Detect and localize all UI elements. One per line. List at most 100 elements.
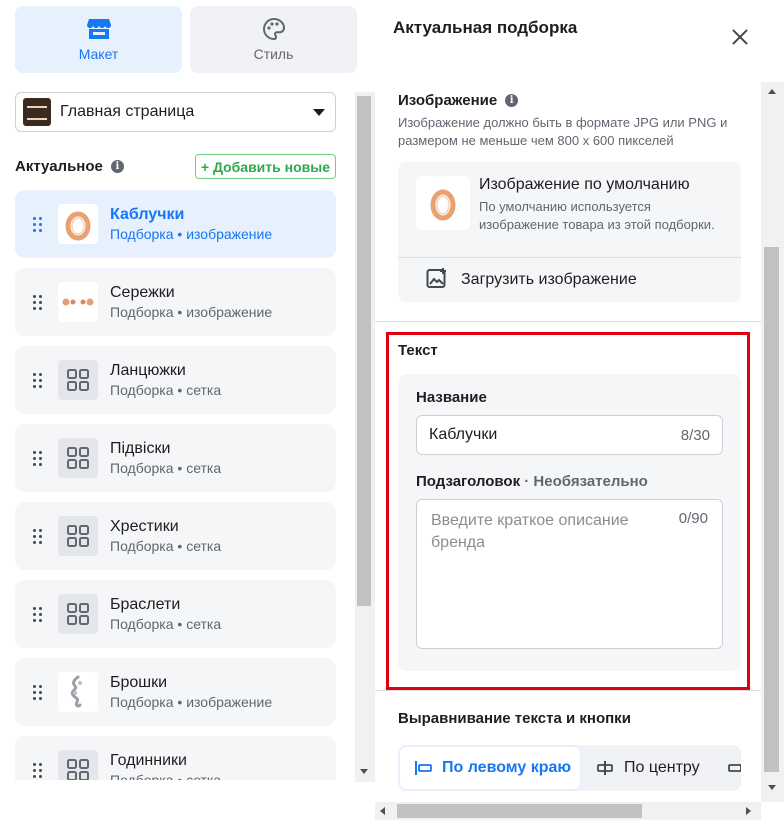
name-label: Название — [416, 389, 487, 406]
list-item[interactable]: Брошки Подборка • изображение — [15, 658, 336, 726]
page-avatar — [23, 98, 51, 126]
item-subtitle: Подборка • сетка — [110, 772, 222, 780]
featured-title: Актуальное — [15, 158, 103, 175]
drag-handle-icon[interactable] — [33, 216, 43, 232]
list-item[interactable]: Ланцюжки Подборка • сетка — [15, 346, 336, 414]
list-item[interactable]: Каблучки Подборка • изображение — [15, 190, 336, 258]
left-panel: Макет Стиль Главная страница Актуальное … — [0, 0, 375, 832]
scroll-down-arrow-icon[interactable] — [360, 769, 368, 774]
close-icon[interactable] — [731, 28, 749, 46]
name-value: Каблучки — [429, 426, 498, 443]
upload-label: Загрузить изображение — [461, 271, 637, 288]
item-subtitle: Подборка • сетка — [110, 538, 222, 554]
grid-icon — [58, 516, 98, 556]
drag-handle-icon[interactable] — [33, 294, 43, 310]
tab-style-label: Стиль — [253, 45, 294, 62]
item-name: Брошки — [110, 674, 168, 691]
subtitle-placeholder: Введите краткое описание бренда — [431, 512, 629, 551]
subtitle-label: Подзаголовок · Необязательно — [416, 473, 648, 490]
panel-hscrollbar-thumb[interactable] — [397, 804, 642, 818]
subtitle-counter: 0/90 — [678, 510, 708, 527]
left-scrollbar[interactable] — [355, 92, 375, 782]
featured-list: Каблучки Подборка • изображение Сережки … — [15, 190, 336, 780]
image-title-text: Изображение — [398, 92, 498, 109]
store-icon — [86, 18, 111, 40]
divider — [375, 690, 761, 691]
scroll-up-arrow-icon[interactable] — [768, 89, 776, 94]
align-left-icon — [414, 760, 432, 776]
panel-content: Изображение i Изображение должно быть в … — [375, 82, 761, 802]
drag-handle-icon[interactable] — [33, 762, 43, 778]
tab-layout[interactable]: Макет — [15, 6, 182, 73]
scroll-right-arrow-icon[interactable] — [746, 807, 751, 815]
panel-scrollbar-thumb[interactable] — [764, 247, 779, 772]
grid-icon — [58, 594, 98, 634]
item-subtitle: Подборка • сетка — [110, 616, 222, 632]
drag-handle-icon[interactable] — [33, 606, 43, 622]
item-name: Годинники — [110, 752, 187, 769]
item-subtitle: Подборка • изображение — [110, 304, 273, 320]
divider — [375, 321, 761, 322]
drag-handle-icon[interactable] — [33, 684, 43, 700]
layout-style-tabs: Макет Стиль — [15, 6, 357, 73]
chevron-down-icon — [313, 108, 325, 116]
image-requirements: Изображение должно быть в формате JPG ил… — [398, 115, 728, 148]
drag-handle-icon[interactable] — [33, 528, 43, 544]
scroll-down-arrow-icon[interactable] — [768, 785, 776, 790]
align-center-label: По центру — [624, 759, 700, 776]
image-card: Изображение по умолчанию По умолчанию ис… — [398, 162, 741, 302]
name-counter: 8/30 — [680, 426, 710, 444]
name-input[interactable]: Каблучки 8/30 — [416, 415, 723, 455]
tab-style[interactable]: Стиль — [190, 6, 357, 73]
panel-horizontal-scrollbar[interactable] — [375, 802, 761, 820]
align-center-button[interactable]: По центру — [582, 745, 714, 791]
page-select-value: Главная страница — [60, 103, 195, 120]
upload-image-button[interactable]: Загрузить изображение — [398, 258, 741, 302]
grid-icon — [58, 750, 98, 780]
item-name: Каблучки — [110, 206, 185, 223]
align-right-icon — [727, 760, 741, 776]
text-card: Название Каблучки 8/30 Подзаголовок · Не… — [398, 374, 741, 671]
align-left-button[interactable]: По левому краю — [398, 745, 582, 791]
item-name: Браслети — [110, 596, 181, 613]
item-name: Підвіски — [110, 440, 171, 457]
alignment-options: По левому краю По центру — [398, 745, 741, 791]
panel-title: Актуальная подборка — [393, 18, 578, 37]
panel-vertical-scrollbar[interactable] — [761, 82, 784, 802]
list-item[interactable]: Годинники Подборка • сетка — [15, 736, 336, 780]
right-panel: Актуальная подборка Изображение i Изобра… — [375, 0, 784, 832]
brooch-image — [58, 672, 98, 712]
subtitle-textarea[interactable]: Введите краткое описание бренда 0/90 — [416, 499, 723, 649]
add-new-button[interactable]: + Добавить новые — [194, 154, 336, 179]
list-item[interactable]: Сережки Подборка • изображение — [15, 268, 336, 336]
alignment-title: Выравнивание текста и кнопки — [398, 710, 631, 727]
info-icon[interactable]: i — [505, 94, 519, 107]
drag-handle-icon[interactable] — [33, 372, 43, 388]
align-center-icon — [596, 760, 614, 776]
list-item[interactable]: Хрестики Подборка • сетка — [15, 502, 336, 570]
list-item[interactable]: Браслети Подборка • сетка — [15, 580, 336, 648]
palette-icon — [262, 17, 285, 40]
grid-icon — [58, 360, 98, 400]
item-name: Сережки — [110, 284, 175, 301]
featured-header: Актуальное i + Добавить новые — [15, 154, 336, 179]
page-select-dropdown[interactable]: Главная страница — [15, 92, 336, 132]
item-subtitle: Подборка • изображение — [110, 694, 273, 710]
grid-icon — [58, 438, 98, 478]
list-item[interactable]: Підвіски Подборка • сетка — [15, 424, 336, 492]
tab-layout-label: Макет — [78, 45, 119, 62]
ring-image — [416, 176, 470, 230]
scroll-left-arrow-icon[interactable] — [380, 807, 385, 815]
ring-image — [58, 204, 98, 244]
image-upload-icon — [426, 267, 448, 294]
item-name: Ланцюжки — [110, 362, 186, 379]
item-subtitle: Подборка • изображение — [110, 226, 273, 242]
item-subtitle: Подборка • сетка — [110, 382, 222, 398]
item-subtitle: Подборка • сетка — [110, 460, 222, 476]
left-scrollbar-thumb[interactable] — [357, 96, 371, 606]
info-icon[interactable]: i — [110, 160, 124, 173]
align-right-button[interactable] — [714, 745, 741, 791]
image-section-title: Изображение i — [398, 92, 519, 109]
drag-handle-icon[interactable] — [33, 450, 43, 466]
optional-label: · Необязательно — [520, 473, 648, 490]
